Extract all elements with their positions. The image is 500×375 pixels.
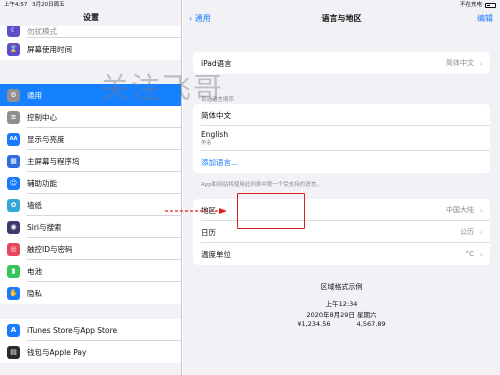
sidebar-item-label: 控制中心 bbox=[27, 112, 57, 122]
chevron-right-icon: › bbox=[479, 249, 483, 259]
format-example-date: 2020年8月29日 星期六 bbox=[306, 311, 377, 319]
chevron-right-icon: › bbox=[479, 205, 483, 215]
format-example-currency: ¥1,234.56 bbox=[297, 320, 331, 328]
format-example-time: 上午12:34 bbox=[325, 300, 358, 308]
sidebar-item[interactable]: AiTunes Store与App Store bbox=[0, 319, 181, 341]
sidebar-group-top: ☾ 勿扰模式 ⌛ 屏幕使用时间 bbox=[0, 26, 181, 60]
annotation-highlight-box bbox=[237, 193, 305, 229]
battery-icon: ▮ bbox=[7, 264, 20, 278]
accessibility-icon: ☺ bbox=[7, 176, 20, 190]
sidebar: 设置 ☾ 勿扰模式 ⌛ 屏幕使用时间 ⚙ 通用 ≡ 控制中心 AA 显示与亮度 ▦ 主屏幕与程序… bbox=[0, 0, 182, 375]
sidebar-item-label: 显示与亮度 bbox=[27, 134, 65, 144]
sidebar-item[interactable]: ▤ 钱包与Apple Pay bbox=[0, 341, 181, 363]
siri-icon: ◉ bbox=[7, 220, 20, 234]
sidebar-item[interactable]: AA 显示与亮度 bbox=[0, 128, 181, 150]
row-value: 公历 bbox=[460, 228, 474, 236]
language-row-english[interactable]: English 英语 bbox=[193, 126, 490, 151]
sidebar-item-do-not-disturb[interactable]: ☾ 勿扰模式 bbox=[0, 26, 181, 38]
switches-icon: ≡ bbox=[7, 110, 20, 124]
status-bar: 上午4:57 3月20日周五 不在充电 bbox=[0, 0, 500, 10]
hand-icon: ✋ bbox=[7, 286, 20, 300]
grid-icon: ▦ bbox=[7, 154, 20, 168]
sidebar-item-label: 辅助功能 bbox=[27, 178, 57, 188]
format-example-number: 4,567.89 bbox=[356, 320, 386, 328]
edit-button[interactable]: 编辑 bbox=[477, 13, 493, 24]
sidebar-item-label: 主屏幕与程序坞 bbox=[27, 156, 80, 166]
hourglass-icon: ⌛ bbox=[7, 42, 20, 56]
chevron-right-icon: › bbox=[479, 58, 483, 68]
ipad-language-group: iPad语言 简体中文 › bbox=[193, 52, 490, 74]
temperature-unit-row[interactable]: 温度单位 °C › bbox=[193, 243, 490, 265]
language-name: 简体中文 bbox=[201, 110, 231, 120]
sidebar-item-label: iTunes Store与App Store bbox=[27, 325, 118, 335]
add-language-button[interactable]: 添加语言... bbox=[193, 151, 490, 173]
row-value: °C bbox=[465, 250, 474, 258]
sidebar-item-label: 电池 bbox=[27, 266, 42, 276]
sidebar-item[interactable]: ◉ Siri与搜索 bbox=[0, 216, 181, 238]
fingerprint-icon: ◎ bbox=[7, 242, 20, 256]
sidebar-item-label: 隐私 bbox=[27, 288, 42, 298]
preferred-language-header: 首选语言顺序 bbox=[201, 97, 235, 103]
preferred-language-group: 简体中文 English 英语 添加语言... bbox=[193, 104, 490, 173]
gear-icon: ⚙ bbox=[7, 88, 20, 102]
sidebar-item[interactable]: ◎ 触控ID与密码 bbox=[0, 238, 181, 260]
sidebar-item[interactable]: ▮ 电池 bbox=[0, 260, 181, 282]
app-store-icon: A bbox=[7, 323, 20, 337]
flower-icon: ✿ bbox=[7, 198, 20, 212]
sidebar-item-label: 勿扰模式 bbox=[27, 27, 57, 36]
sidebar-item[interactable]: ✿ 墙纸 bbox=[0, 194, 181, 216]
row-value: 中国大陆 bbox=[446, 206, 474, 214]
sidebar-item[interactable]: ≡ 控制中心 bbox=[0, 106, 181, 128]
page-title: 语言与地区 bbox=[321, 14, 362, 23]
status-date: 3月20日周五 bbox=[32, 2, 65, 8]
wallet-icon: ▤ bbox=[7, 345, 20, 359]
charging-status: 不在充电 bbox=[459, 2, 482, 8]
language-subtitle: 英语 bbox=[201, 140, 212, 146]
sidebar-item-label: 通用 bbox=[27, 90, 42, 100]
annotation-arrow-icon bbox=[165, 208, 227, 214]
row-label: 日历 bbox=[201, 227, 216, 237]
format-example-title: 区域格式示例 bbox=[320, 283, 363, 291]
sidebar-item-label: 屏幕使用时间 bbox=[27, 44, 72, 54]
sidebar-item[interactable]: ▦ 主屏幕与程序坞 bbox=[0, 150, 181, 172]
chevron-right-icon: › bbox=[479, 227, 483, 237]
moon-icon: ☾ bbox=[7, 26, 20, 37]
language-name: English bbox=[201, 130, 229, 139]
row-label: 温度单位 bbox=[201, 249, 231, 259]
language-row-chinese[interactable]: 简体中文 bbox=[193, 104, 490, 126]
ipad-language-row[interactable]: iPad语言 简体中文 › bbox=[193, 52, 490, 74]
sidebar-item-label: 墙纸 bbox=[27, 200, 42, 210]
row-value: 简体中文 bbox=[446, 59, 474, 67]
row-label: iPad语言 bbox=[201, 58, 232, 68]
language-footnote: App和网站将使用此列表中第一个受支持的语言。 bbox=[201, 182, 322, 188]
sidebar-group-store: AiTunes Store与App Store ▤ 钱包与Apple Pay bbox=[0, 319, 181, 363]
sidebar-item[interactable]: ✋ 隐私 bbox=[0, 282, 181, 304]
sidebar-group-main: ⚙ 通用 ≡ 控制中心 AA 显示与亮度 ▦ 主屏幕与程序坞 ☺ 辅助功能 ✿ 墙纸 ◉ Siri与搜索 ◎… bbox=[0, 84, 181, 304]
add-language-label: 添加语言... bbox=[201, 157, 239, 167]
sidebar-item[interactable]: ☺ 辅助功能 bbox=[0, 172, 181, 194]
text-size-icon: AA bbox=[7, 132, 20, 146]
sidebar-item[interactable]: ⚙ 通用 bbox=[0, 84, 181, 106]
status-time: 上午4:57 bbox=[4, 2, 28, 8]
format-example: 区域格式示例 上午12:34 2020年8月29日 星期六 ¥1,234.56 … bbox=[183, 282, 500, 328]
detail-pane: ‹ 通用 语言与地区 编辑 iPad语言 简体中文 › 首选语言顺序 简体中文 … bbox=[183, 0, 500, 375]
battery-icon bbox=[485, 2, 496, 8]
sidebar-item[interactable]: ⌛ 屏幕使用时间 bbox=[0, 38, 181, 60]
sidebar-title: 设置 bbox=[83, 13, 99, 22]
sidebar-item-label: 钱包与Apple Pay bbox=[27, 347, 87, 357]
sidebar-item-label: 触控ID与密码 bbox=[27, 244, 73, 254]
sidebar-item-label: Siri与搜索 bbox=[27, 222, 62, 232]
